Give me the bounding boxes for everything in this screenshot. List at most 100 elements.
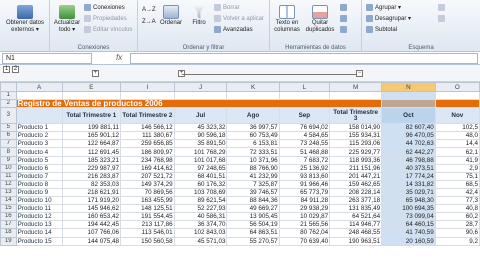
value-cell[interactable]: 17 774,24 (381, 171, 436, 181)
value-cell[interactable]: 70 639,40 (278, 236, 331, 246)
row-header[interactable]: 11 (0, 171, 17, 181)
value-cell[interactable]: 149 374,29 (120, 179, 175, 189)
value-cell[interactable]: 107 766,06 (61, 228, 122, 238)
value-cell[interactable]: 186 809,97 (120, 147, 175, 157)
value-cell[interactable]: 64 521,64 (329, 212, 383, 222)
value-cell[interactable]: 118 993,36 (329, 155, 383, 165)
column-label[interactable]: Total Trimestre 1 (61, 107, 122, 125)
value-cell[interactable]: 42,4 (434, 187, 480, 198)
product-name-cell[interactable]: Producto 2 (15, 131, 63, 141)
outline-level-1-button[interactable]: 1 (3, 66, 10, 73)
column-header[interactable]: L (278, 82, 331, 92)
value-cell[interactable]: 101 017,68 (173, 155, 228, 165)
value-cell[interactable]: 111 380,67 (120, 131, 175, 141)
product-name-cell[interactable]: Producto 5 (15, 155, 63, 165)
row-header[interactable]: 10 (0, 163, 17, 173)
value-cell[interactable]: 29 938,29 (278, 204, 331, 214)
product-name-cell[interactable]: Producto 9 (15, 187, 63, 198)
value-cell[interactable]: 65 948,30 (381, 196, 436, 206)
collapse-group-button[interactable]: − (356, 70, 363, 77)
product-name-cell[interactable]: Producto 8 (15, 179, 63, 189)
column-header[interactable]: O (434, 82, 480, 92)
column-header[interactable]: M (329, 82, 383, 92)
refresh-all-button[interactable]: Actualizar todo ▾ (52, 5, 82, 34)
value-cell[interactable]: 213 117,86 (120, 220, 175, 230)
product-name-cell[interactable]: Producto 15 (15, 236, 63, 246)
value-cell[interactable]: 51 468,88 (278, 147, 331, 157)
value-cell[interactable]: 101 768,29 (173, 147, 228, 157)
row-header[interactable]: 2 (0, 99, 17, 109)
value-cell[interactable]: 148 125,51 (120, 204, 175, 214)
value-cell[interactable]: 13 905,45 (226, 212, 280, 222)
value-cell[interactable]: 62 442,27 (381, 147, 436, 157)
value-cell[interactable]: 160 653,42 (61, 212, 122, 222)
value-cell[interactable]: 112 691,45 (61, 147, 122, 157)
value-cell[interactable]: 75,1 (434, 171, 480, 181)
value-cell[interactable]: 14 331,82 (381, 179, 436, 189)
value-cell[interactable]: 46 798,88 (381, 155, 436, 165)
column-label[interactable]: Oct (381, 107, 436, 125)
value-cell[interactable]: 229 987,97 (61, 163, 122, 173)
row-header[interactable]: 15 (0, 204, 17, 214)
value-cell[interactable]: 100 694,35 (381, 204, 436, 214)
value-cell[interactable]: 6 153,81 (226, 139, 280, 149)
value-cell[interactable]: 113 546,01 (120, 228, 175, 238)
sort-button[interactable]: Ordenar (158, 5, 184, 27)
value-cell[interactable]: 84 911,28 (278, 196, 331, 206)
product-name-cell[interactable]: Producto 11 (15, 204, 63, 214)
value-cell[interactable]: 62,1 (434, 147, 480, 157)
product-name-cell[interactable]: Producto 10 (15, 196, 63, 206)
value-cell[interactable]: 76 694,02 (278, 123, 331, 133)
text-to-columns-button[interactable]: Texto en columnas (272, 5, 302, 34)
row-header[interactable]: 19 (0, 236, 17, 246)
value-cell[interactable]: 82 353,03 (61, 179, 122, 189)
value-cell[interactable]: 35 029,71 (381, 187, 436, 198)
edit-links-button[interactable]: Editar vínculos (84, 26, 132, 35)
value-cell[interactable]: 211 151,96 (329, 163, 383, 173)
column-label[interactable]: Ago (226, 107, 280, 125)
column-label[interactable]: Sep (278, 107, 331, 125)
column-header[interactable]: A (15, 82, 63, 92)
value-cell[interactable]: 40 373,51 (381, 163, 436, 173)
value-cell[interactable]: 60 753,49 (226, 131, 280, 141)
value-cell[interactable]: 72 333,51 (226, 147, 280, 157)
row-header[interactable]: 17 (0, 220, 17, 230)
value-cell[interactable]: 4 584,65 (278, 131, 331, 141)
value-cell[interactable]: 165 901,12 (61, 131, 122, 141)
row-header[interactable]: 7 (0, 139, 17, 149)
column-header[interactable]: J (173, 82, 228, 92)
properties-button[interactable]: Propiedades (84, 15, 127, 24)
value-cell[interactable]: 21 565,56 (278, 220, 331, 230)
value-cell[interactable]: 7 683,72 (278, 155, 331, 165)
column-header-selected[interactable]: N (381, 82, 436, 92)
formula-input[interactable] (130, 53, 478, 64)
subtotal-button[interactable]: Subtotal (366, 26, 397, 35)
product-name-cell[interactable]: Producto 13 (15, 220, 63, 230)
column-header[interactable]: E (61, 82, 122, 92)
product-name-cell[interactable]: Producto 12 (15, 212, 63, 222)
value-cell[interactable]: 158 014,90 (329, 123, 383, 133)
validation-button[interactable] (340, 4, 349, 13)
value-cell[interactable]: 207 521,72 (120, 171, 175, 181)
value-cell[interactable]: 60,2 (434, 212, 480, 222)
name-box[interactable]: N1 (2, 53, 92, 64)
value-cell[interactable]: 45 571,03 (173, 236, 228, 246)
reapply-button[interactable]: Volver a aplicar (214, 15, 264, 24)
value-cell[interactable]: 146 566,12 (120, 123, 175, 133)
value-cell[interactable]: 190 963,51 (329, 236, 383, 246)
value-cell[interactable]: 48,0 (434, 131, 480, 141)
value-cell[interactable]: 90 596,18 (173, 131, 228, 141)
clear-filter-button[interactable]: Borrar (214, 4, 240, 13)
column-label[interactable]: Jul (173, 107, 228, 125)
value-cell[interactable]: 225 929,77 (329, 147, 383, 157)
value-cell[interactable]: 194 442,45 (61, 220, 122, 230)
expand-group-button[interactable]: + (92, 70, 99, 77)
product-name-cell[interactable]: Producto 4 (15, 147, 63, 157)
value-cell[interactable]: 20 160,59 (381, 236, 436, 246)
fx-icon[interactable]: fx (116, 53, 122, 62)
filter-button[interactable]: Filtro (188, 5, 210, 27)
show-detail-icon[interactable] (438, 4, 447, 13)
value-cell[interactable]: 25 136,92 (278, 163, 331, 173)
value-cell[interactable]: 2,9 (434, 163, 480, 173)
value-cell[interactable]: 44 702,63 (381, 139, 436, 149)
